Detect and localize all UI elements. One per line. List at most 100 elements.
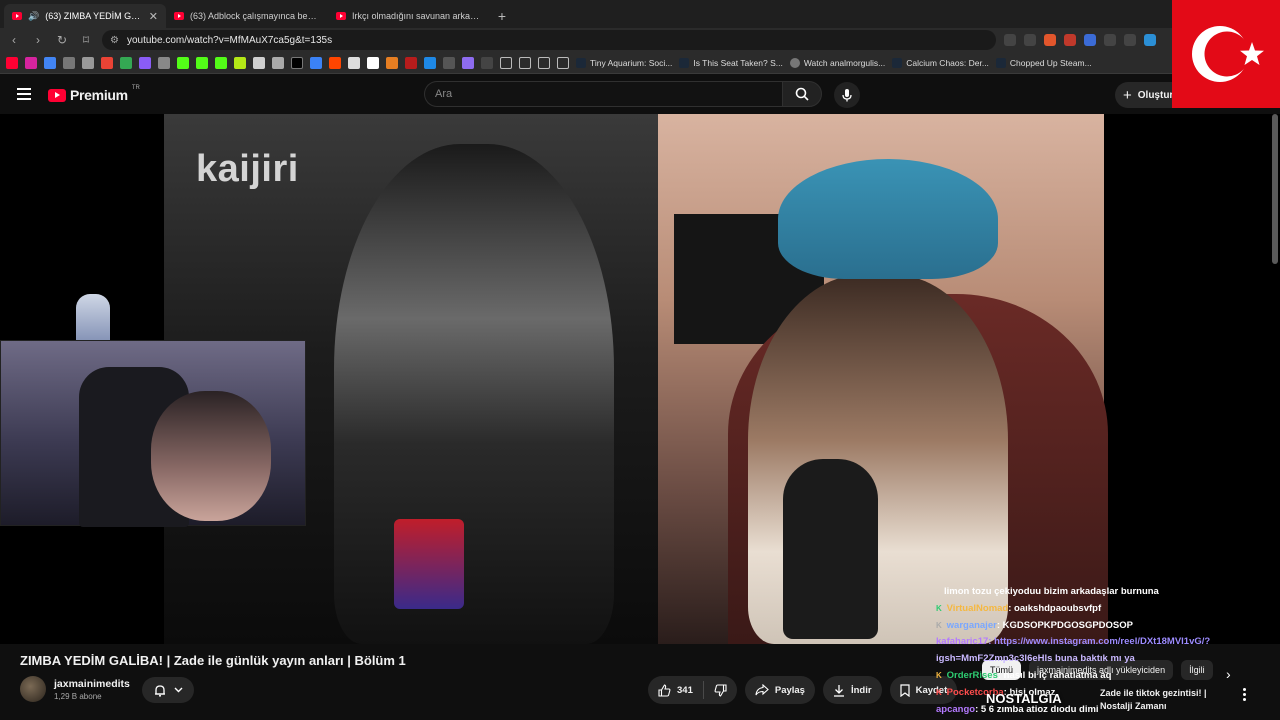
- steam-icon: [576, 57, 586, 68]
- youtube-bookmark-icon[interactable]: [6, 56, 18, 69]
- bookmark-icon[interactable]: [405, 56, 417, 69]
- search-input[interactable]: Ara: [424, 81, 782, 107]
- channel-name[interactable]: jaxmainimedits: [54, 678, 130, 690]
- video-right-camera-feed: [658, 114, 1108, 644]
- tab-label: (63) Adblock çalışmayınca ben - You: [190, 11, 320, 21]
- bookmark-icon[interactable]: [481, 56, 493, 69]
- extension-icon[interactable]: [1064, 34, 1076, 46]
- chat-text: igsh=MmF2Zmp3c3l6eHls buna baktık mı ya: [936, 653, 1135, 665]
- youtube-favicon-icon: [174, 12, 184, 20]
- translate-bookmark-icon[interactable]: [44, 56, 56, 69]
- bookmarks-bar: Tiny Aquarium: Soci... Is This Seat Take…: [0, 52, 1280, 74]
- drive-bookmark-icon[interactable]: [120, 56, 132, 69]
- kick-bookmark-icon[interactable]: [215, 56, 227, 69]
- chat-username: kafaharic17: [936, 636, 989, 648]
- brave-shield-icon[interactable]: [1044, 34, 1056, 46]
- search-icon: [795, 87, 809, 101]
- site-info-icon[interactable]: ⚙: [110, 35, 119, 46]
- channel-avatar[interactable]: [20, 676, 46, 702]
- browser-tab-active[interactable]: 🔊 (63) ZIMBA YEDİM GALİBA! | ✕: [4, 4, 166, 28]
- bookmark-icon[interactable]: ⌑: [78, 32, 94, 48]
- share-label: Paylaş: [774, 684, 805, 696]
- share-icon[interactable]: [1024, 34, 1036, 46]
- more-options-icon[interactable]: [1238, 688, 1250, 702]
- bell-icon: [154, 684, 165, 697]
- bookmark-label: Watch analmorgulis...: [803, 57, 886, 68]
- dislike-button[interactable]: [704, 676, 737, 704]
- extension-icon[interactable]: [1104, 34, 1116, 46]
- browser-tab[interactable]: (63) Adblock çalışmayınca ben - You: [166, 4, 328, 28]
- video-watermark: kaijiri: [196, 148, 299, 190]
- close-tab-icon[interactable]: ✕: [149, 10, 158, 23]
- turkish-flag-overlay: [1172, 0, 1280, 108]
- new-tab-button[interactable]: +: [490, 4, 514, 28]
- gmail-bookmark-icon[interactable]: [101, 56, 113, 69]
- kick-bookmark-icon[interactable]: [177, 56, 189, 69]
- bookmark-icon[interactable]: [272, 56, 284, 69]
- bookmark-icon[interactable]: [158, 56, 170, 69]
- steam-icon: [679, 57, 690, 68]
- forward-arrow-icon[interactable]: ›: [30, 32, 46, 48]
- bookmark-icon[interactable]: [63, 56, 75, 69]
- bookmark-icon[interactable]: [462, 56, 474, 69]
- tab-label: Irkçı olmadığını savunan arkadaşım: [352, 11, 482, 21]
- reload-icon[interactable]: ↻: [54, 32, 70, 48]
- bookmark-icon[interactable]: [386, 56, 398, 69]
- menu-icon[interactable]: [17, 88, 31, 100]
- anchor-bookmark-icon[interactable]: [253, 56, 265, 69]
- bookmark-icon[interactable]: [367, 56, 379, 69]
- kick-badge-icon: K: [936, 670, 942, 680]
- instagram-bookmark-icon[interactable]: [25, 56, 37, 69]
- plus-icon: +: [1123, 86, 1132, 104]
- chat-text: limon tozu çekiyoduu bizim arkadaşlar bu…: [944, 586, 1159, 597]
- chat-username: warganajer: [946, 619, 997, 631]
- share-button[interactable]: Paylaş: [744, 676, 815, 704]
- chat-message: K Pocketcorba: bişi olmaz: [936, 685, 1236, 702]
- audio-playing-icon[interactable]: 🔊: [28, 11, 39, 22]
- bookmark-icon[interactable]: [348, 56, 360, 69]
- kick-bookmark-icon[interactable]: [196, 56, 208, 69]
- reddit-bookmark-icon[interactable]: [329, 56, 341, 69]
- bookmark-icon[interactable]: [139, 56, 151, 69]
- notification-bell-button[interactable]: [142, 677, 194, 703]
- folder-icon[interactable]: [500, 56, 512, 69]
- folder-icon[interactable]: [538, 56, 550, 69]
- bookmark-icon[interactable]: [82, 56, 94, 69]
- cast-icon[interactable]: [1004, 34, 1016, 46]
- chat-username: apcango: [936, 703, 976, 715]
- chat-text: : KGDSOPKPDGOSGPDOSOP: [996, 619, 1133, 631]
- browser-tab[interactable]: Irkçı olmadığını savunan arkadaşım: [328, 4, 490, 28]
- chat-link[interactable]: : https://www.instagram.com/reel/DXt18MV…: [988, 636, 1210, 647]
- extension-icon[interactable]: [1144, 34, 1156, 46]
- bookmark-icon[interactable]: [310, 56, 322, 69]
- bookmark-item[interactable]: Watch analmorgulis...: [789, 57, 886, 68]
- page-scrollbar[interactable]: [1272, 114, 1278, 264]
- bookmark-item[interactable]: Is This Seat Taken? S...: [679, 57, 783, 68]
- region-code: TR: [131, 85, 140, 91]
- bookmark-icon[interactable]: [234, 56, 246, 69]
- youtube-logo[interactable]: Premium TR: [48, 85, 140, 103]
- bookmark-icon[interactable]: [443, 56, 455, 69]
- video-player[interactable]: kaijiri: [0, 114, 1280, 644]
- extension-icon[interactable]: [1124, 34, 1136, 46]
- like-button[interactable]: 341: [648, 676, 703, 704]
- youtube-play-icon: [48, 88, 66, 102]
- folder-icon[interactable]: [519, 56, 531, 69]
- bookmark-label: Is This Seat Taken? S...: [693, 57, 783, 68]
- chat-message: K OrderRises: nasıl bi iç rahatlatma aq: [936, 668, 1236, 685]
- facecam-person-figure: [151, 391, 271, 521]
- folder-icon[interactable]: [557, 56, 569, 69]
- bookmark-item[interactable]: Tiny Aquarium: Soci...: [576, 57, 672, 68]
- search-button[interactable]: [782, 81, 822, 107]
- bookmark-item[interactable]: Calcium Chaos: Der...: [892, 57, 989, 68]
- bookmark-icon[interactable]: [424, 56, 436, 69]
- x-bookmark-icon[interactable]: [291, 56, 303, 69]
- bookmark-item[interactable]: Chopped Up Steam...: [995, 57, 1092, 68]
- kick-badge-icon: K: [936, 620, 942, 630]
- address-bar[interactable]: ⚙ youtube.com/watch?v=MfMAuX7ca5g&t=135s: [102, 30, 996, 50]
- extension-icon[interactable]: [1084, 34, 1096, 46]
- back-arrow-icon[interactable]: ‹: [6, 32, 22, 48]
- cup-figure: [394, 519, 464, 609]
- voice-search-button[interactable]: [834, 82, 860, 108]
- download-button[interactable]: İndir: [822, 676, 882, 704]
